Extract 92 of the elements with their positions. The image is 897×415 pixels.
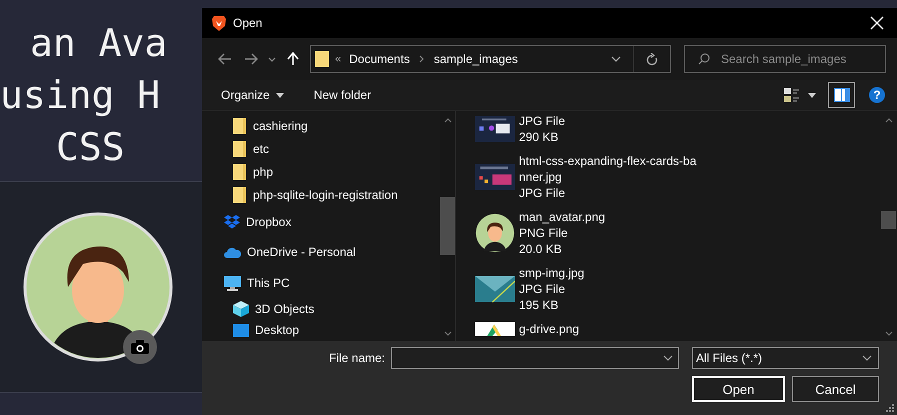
file-item[interactable]: JPG File 290 KB [475,113,880,145]
monitor-icon [224,276,241,291]
tree-label[interactable]: php-sqlite-login-registration [253,188,398,202]
dialog-button[interactable]: Open [692,376,785,402]
caret-icon [276,92,284,98]
folder-icon [233,140,247,157]
file-item[interactable]: smp-img.jpg JPG File 195 KB [475,265,880,313]
heading-line: CSS [55,124,126,171]
window-title: Open [233,16,262,30]
file-type-dropdown[interactable]: All Files (*.*) [692,347,879,369]
folder-icon [233,118,247,134]
file-name-field[interactable] [391,347,679,369]
details-view-icon [784,87,800,103]
screenshot-thumbnail [475,114,515,144]
heading-line: using H [0,72,162,119]
chevron-icon [418,55,425,63]
tree-label[interactable]: php [253,164,274,179]
file-type: JPG File [519,185,566,201]
search-icon [698,53,710,65]
file-item[interactable]: g-drive.png [475,321,880,337]
pane-icon [834,88,850,102]
refresh-icon[interactable] [646,52,658,66]
desktop-icon [233,324,249,337]
tree-label[interactable]: This PC [247,276,290,290]
tree-label[interactable]: Dropbox [246,214,292,229]
scroll-up-icon[interactable] [444,118,452,123]
tree-label[interactable]: etc [253,142,270,156]
abstract-thumbnail [475,274,515,304]
banner-thumbnail [475,162,515,192]
camera-icon [131,340,149,354]
file-name: man_avatar.png [519,209,606,225]
file-item[interactable]: html-css-expanding-flex-cards-ba nner.jpg JPG File [475,153,880,201]
arrow-right-icon [244,53,258,65]
tree-item[interactable]: Desktop [202,320,440,341]
breadcrumb[interactable]: Documents [349,52,410,66]
tree-item[interactable]: etc [202,137,440,160]
tree-label[interactable]: 3D Objects [255,302,314,316]
scroll-down-icon[interactable] [884,331,892,336]
tree-label[interactable]: Desktop [255,323,300,338]
file-type: PNG File [519,225,569,241]
help-button[interactable]: ? [869,87,885,103]
file-item[interactable]: man_avatar.png PNG File 20.0 KB [475,209,880,257]
chevron-down-icon[interactable] [663,355,673,361]
caret-icon [808,92,816,98]
file-size: 20.0 KB [519,241,563,257]
dropdown-icon[interactable] [611,56,621,62]
file-name: g-drive.png [519,321,580,337]
chevron-down-icon [268,56,276,62]
scrollbar-thumb[interactable] [881,211,896,229]
arrow-up-icon [287,52,299,66]
tree-item[interactable]: php [202,160,440,184]
camera-button[interactable] [123,330,157,364]
tree-item[interactable]: 3D Objects [202,298,440,320]
chevron-down-icon [862,355,872,361]
tree-label[interactable]: OneDrive - Personal [247,245,356,260]
tree-label[interactable]: cashiering [253,118,308,133]
triangle-logo-thumbnail [475,321,515,337]
scrollbar-thumb[interactable] [440,197,455,255]
tree-item[interactable]: OneDrive - Personal [202,237,440,268]
toolbar-button[interactable]: Organize [212,84,293,106]
heading-line: an Ava [29,20,168,67]
close-icon [870,16,884,30]
file-type: JPG File [519,113,566,129]
overflow-crumb[interactable]: « [335,53,342,65]
file-type: JPG File [519,281,566,297]
arrow-left-icon [218,53,232,65]
preview-pane-button[interactable] [828,82,855,108]
file-size: 290 KB [519,129,560,145]
cloud-icon [224,246,241,258]
scroll-down-icon[interactable] [444,331,452,336]
folder-icon [315,51,329,67]
tree-item[interactable]: This PC [202,268,440,299]
file-name: nner.jpg [519,169,563,185]
tree-item[interactable]: php-sqlite-login-registration [202,183,440,206]
scroll-up-icon[interactable] [884,118,892,123]
search-field[interactable]: Search sample_images [684,45,886,73]
resize-grip-icon[interactable] [886,404,894,412]
file-name: smp-img.jpg [519,265,584,281]
tree-item[interactable]: Dropbox [202,206,440,238]
dialog-button[interactable]: Cancel [792,376,879,402]
tree-item[interactable]: cashiering [202,114,440,138]
breadcrumb[interactable]: sample_images [434,52,518,66]
cube-icon [233,301,249,318]
folder-icon [233,186,247,203]
dropbox-icon [224,214,240,229]
file-name: html-css-expanding-flex-cards-ba [519,153,696,169]
file-size: 195 KB [519,297,560,313]
shield-icon [211,14,227,32]
toolbar-button[interactable]: New folder [304,84,380,106]
folder-icon [233,164,247,180]
address-bar[interactable]: « Documents sample_images [310,45,671,73]
file-name-label: File name: [328,351,385,365]
